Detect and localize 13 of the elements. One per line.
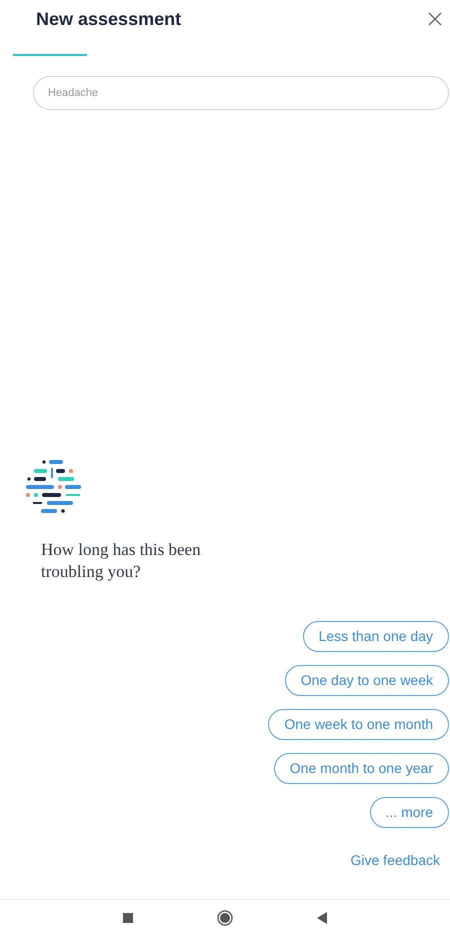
home-icon[interactable] (217, 910, 233, 926)
feedback-link[interactable]: Give feedback (350, 850, 440, 871)
question-text: How long has this been troubling you? (40, 539, 202, 583)
answer-option[interactable]: One month to one year (274, 753, 449, 784)
answer-option[interactable]: ... more (370, 797, 449, 828)
back-icon[interactable] (317, 912, 327, 924)
recents-icon[interactable] (123, 912, 133, 922)
close-icon[interactable] (428, 12, 442, 26)
answer-option[interactable]: One day to one week (284, 665, 449, 696)
screen-title: New assessment (36, 8, 182, 30)
answer-option[interactable]: One week to one month (268, 709, 449, 740)
input-field[interactable]: Headache (33, 76, 449, 110)
answer-option[interactable]: Less than one day (302, 621, 449, 652)
